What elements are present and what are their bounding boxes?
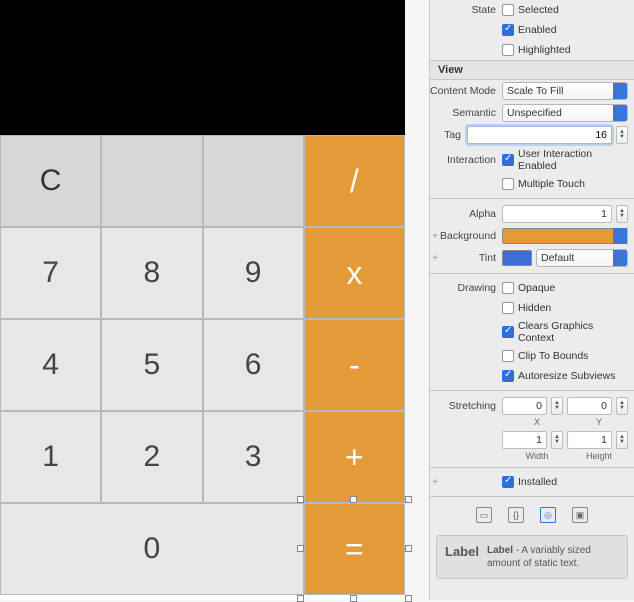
- tint-color-well[interactable]: [502, 250, 532, 266]
- library-tab-file-icon[interactable]: ▭: [476, 507, 492, 523]
- highlighted-cblabel: Highlighted: [518, 44, 571, 56]
- drawing-label: Drawing: [430, 282, 502, 294]
- clip-checkbox[interactable]: [502, 350, 514, 362]
- library-tab-code-icon[interactable]: {}: [508, 507, 524, 523]
- tag-label: Tag: [430, 129, 467, 141]
- background-label: Background: [440, 230, 502, 242]
- background-color-well[interactable]: [502, 228, 622, 244]
- stretch-y-field[interactable]: 0: [567, 397, 612, 415]
- key-5[interactable]: 5: [101, 319, 202, 411]
- selected-cblabel: Selected: [518, 4, 559, 16]
- stretch-h-stepper[interactable]: ▲▼: [616, 431, 628, 449]
- stretch-y-stepper[interactable]: ▲▼: [616, 397, 628, 415]
- key-1[interactable]: 1: [0, 411, 101, 503]
- interaction-label: Interaction: [430, 154, 502, 166]
- key-0[interactable]: 0: [0, 503, 304, 595]
- key-4[interactable]: 4: [0, 319, 101, 411]
- stretch-w-stepper[interactable]: ▲▼: [551, 431, 563, 449]
- semantic-label: Semantic: [430, 107, 502, 119]
- alpha-field[interactable]: 1: [502, 205, 612, 223]
- key-equals-label: =: [345, 531, 364, 568]
- inspector-panel: State Selected Enabled Highlighted View …: [429, 0, 634, 600]
- stretch-x-field[interactable]: 0: [502, 397, 547, 415]
- state-label: State: [430, 4, 502, 16]
- user-interaction-checkbox[interactable]: [502, 154, 514, 166]
- tag-stepper[interactable]: ▲▼: [616, 126, 628, 144]
- content-mode-label: Content Mode: [430, 85, 502, 97]
- view-section-header: View: [430, 60, 634, 80]
- stretch-w-field[interactable]: 1: [502, 431, 547, 449]
- stretching-label: Stretching: [430, 400, 502, 412]
- calculator-display: [0, 0, 405, 135]
- hidden-checkbox[interactable]: [502, 302, 514, 314]
- enabled-checkbox[interactable]: [502, 24, 514, 36]
- tint-popup[interactable]: Default▲▼: [536, 249, 628, 267]
- library-tab-media-icon[interactable]: ▣: [572, 507, 588, 523]
- key-multiply[interactable]: x: [304, 227, 405, 319]
- alpha-label: Alpha: [430, 208, 502, 220]
- key-clear[interactable]: C: [0, 135, 101, 227]
- content-mode-popup[interactable]: Scale To Fill▲▼: [502, 82, 628, 100]
- calculator-canvas: C / 7 8 9 x 4 5 6 - 1 2 3 + 0 =: [0, 0, 405, 600]
- key-plus[interactable]: +: [304, 411, 405, 503]
- library-tab-bar: ▭ {} ◎ ▣: [430, 501, 634, 529]
- key-9[interactable]: 9: [203, 227, 304, 319]
- tag-field[interactable]: [467, 126, 612, 144]
- key-divide[interactable]: /: [304, 135, 405, 227]
- calculator-keypad: C / 7 8 9 x 4 5 6 - 1 2 3 + 0 =: [0, 135, 405, 595]
- background-add-icon[interactable]: +: [430, 231, 440, 242]
- library-item-icon: Label: [445, 544, 479, 559]
- installed-checkbox[interactable]: [502, 476, 514, 488]
- semantic-popup[interactable]: Unspecified▲▼: [502, 104, 628, 122]
- key-8[interactable]: 8: [101, 227, 202, 319]
- key-minus[interactable]: -: [304, 319, 405, 411]
- tint-add-icon[interactable]: +: [430, 253, 440, 264]
- highlighted-checkbox[interactable]: [502, 44, 514, 56]
- key-equals[interactable]: =: [304, 503, 405, 595]
- key-3[interactable]: 3: [203, 411, 304, 503]
- library-item-label[interactable]: Label Label - A variably sized amount of…: [436, 535, 628, 579]
- key-blank-2[interactable]: [203, 135, 304, 227]
- key-2[interactable]: 2: [101, 411, 202, 503]
- enabled-cblabel: Enabled: [518, 24, 557, 36]
- stretch-x-stepper[interactable]: ▲▼: [551, 397, 563, 415]
- multiple-touch-checkbox[interactable]: [502, 178, 514, 190]
- installed-add-icon[interactable]: +: [430, 477, 440, 488]
- alpha-stepper[interactable]: ▲▼: [616, 205, 628, 223]
- tint-label: Tint: [440, 252, 502, 264]
- selected-checkbox[interactable]: [502, 4, 514, 16]
- background-popup[interactable]: ▲▼: [626, 227, 628, 245]
- opaque-checkbox[interactable]: [502, 282, 514, 294]
- key-7[interactable]: 7: [0, 227, 101, 319]
- key-blank-1[interactable]: [101, 135, 202, 227]
- autoresize-checkbox[interactable]: [502, 370, 514, 382]
- stretch-h-field[interactable]: 1: [567, 431, 612, 449]
- clears-checkbox[interactable]: [502, 326, 514, 338]
- library-tab-object-icon[interactable]: ◎: [540, 507, 556, 523]
- key-6[interactable]: 6: [203, 319, 304, 411]
